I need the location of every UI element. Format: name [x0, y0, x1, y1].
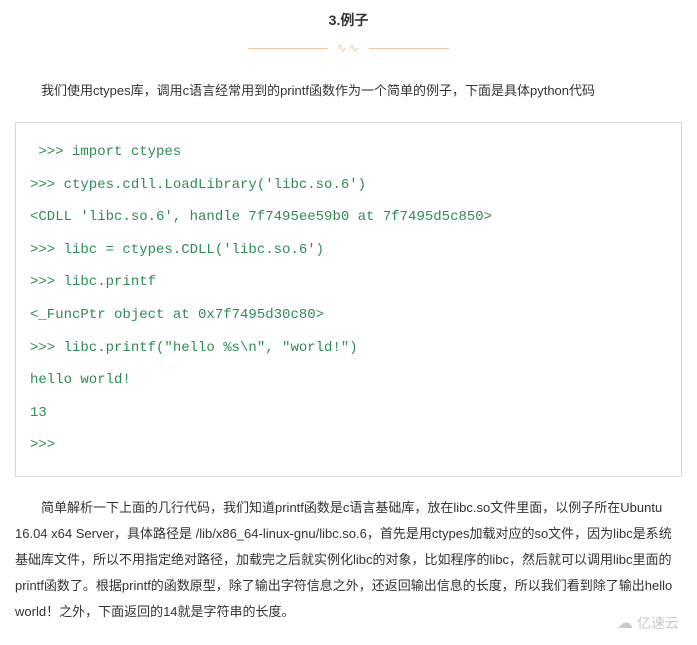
- divider-ornament-icon: ∿∿: [336, 41, 360, 55]
- code-line: >>> libc.printf: [30, 273, 667, 293]
- divider-line-left: [248, 48, 328, 49]
- section-divider: ∿∿: [15, 38, 682, 58]
- code-line: >>> import ctypes: [30, 143, 667, 163]
- section-title: 3.例子: [15, 10, 682, 30]
- code-line: hello world!: [30, 371, 667, 391]
- code-line: <_FuncPtr object at 0x7f7495d30c80>: [30, 306, 667, 326]
- code-block: >>> import ctypes >>> ctypes.cdll.LoadLi…: [15, 122, 682, 477]
- code-line: >>> libc.printf("hello %s\n", "world!"): [30, 339, 667, 359]
- code-line: <CDLL 'libc.so.6', handle 7f7495ee59b0 a…: [30, 208, 667, 228]
- cloud-icon: ☁: [617, 613, 633, 633]
- code-line: >>> ctypes.cdll.LoadLibrary('libc.so.6'): [30, 176, 667, 196]
- code-line: >>>: [30, 436, 667, 456]
- code-line: >>> libc = ctypes.CDLL('libc.so.6'): [30, 241, 667, 261]
- intro-paragraph: 我们使用ctypes库，调用c语言经常用到的printf函数作为一个简单的例子，…: [15, 78, 682, 104]
- divider-line-right: [369, 48, 449, 49]
- code-line: 13: [30, 404, 667, 424]
- explanation-paragraph: 简单解析一下上面的几行代码，我们知道printf函数是c语言基础库，放在libc…: [15, 495, 682, 625]
- watermark-text: 亿速云: [637, 613, 679, 633]
- watermark: ☁ 亿速云: [617, 613, 679, 633]
